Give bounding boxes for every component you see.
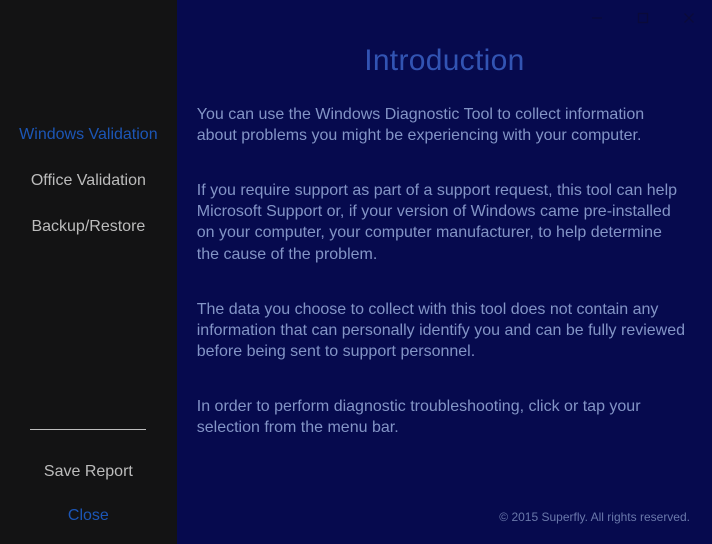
sidebar-item-label: Backup/Restore: [31, 218, 145, 235]
intro-paragraph: If you require support as part of a supp…: [197, 180, 688, 264]
main-panel: Introduction You can use the Windows Dia…: [177, 0, 712, 544]
sidebar-item-office-validation[interactable]: Office Validation: [0, 158, 177, 204]
sidebar-action-label: Close: [68, 507, 109, 524]
sidebar-item-backup-restore[interactable]: Backup/Restore: [0, 204, 177, 250]
sidebar-action-label: Save Report: [44, 463, 133, 480]
page-title: Introduction: [177, 44, 712, 78]
close-button[interactable]: Close: [0, 494, 177, 538]
sidebar-spacer: [0, 250, 177, 429]
intro-paragraph: In order to perform diagnostic troublesh…: [197, 396, 688, 438]
content-body: You can use the Windows Diagnostic Tool …: [177, 104, 712, 438]
footer-copyright: © 2015 Superfly. All rights reserved.: [499, 510, 690, 524]
sidebar-bottom-pad: [0, 538, 177, 544]
sidebar-divider: [30, 429, 146, 430]
minimize-icon[interactable]: [574, 6, 620, 30]
app-window: Windows Validation Office Validation Bac…: [0, 0, 712, 544]
sidebar: Windows Validation Office Validation Bac…: [0, 0, 177, 544]
sidebar-item-label: Office Validation: [31, 172, 146, 189]
sidebar-nav: Windows Validation Office Validation Bac…: [0, 112, 177, 250]
sidebar-item-label: Windows Validation: [19, 126, 157, 143]
maximize-icon[interactable]: [620, 6, 666, 30]
window-titlebar: [177, 0, 712, 32]
intro-paragraph: You can use the Windows Diagnostic Tool …: [197, 104, 688, 146]
sidebar-item-windows-validation[interactable]: Windows Validation: [0, 112, 177, 158]
save-report-button[interactable]: Save Report: [0, 450, 177, 494]
intro-paragraph: The data you choose to collect with this…: [197, 299, 688, 362]
sidebar-header-blank: [0, 0, 177, 112]
close-icon[interactable]: [666, 6, 712, 30]
